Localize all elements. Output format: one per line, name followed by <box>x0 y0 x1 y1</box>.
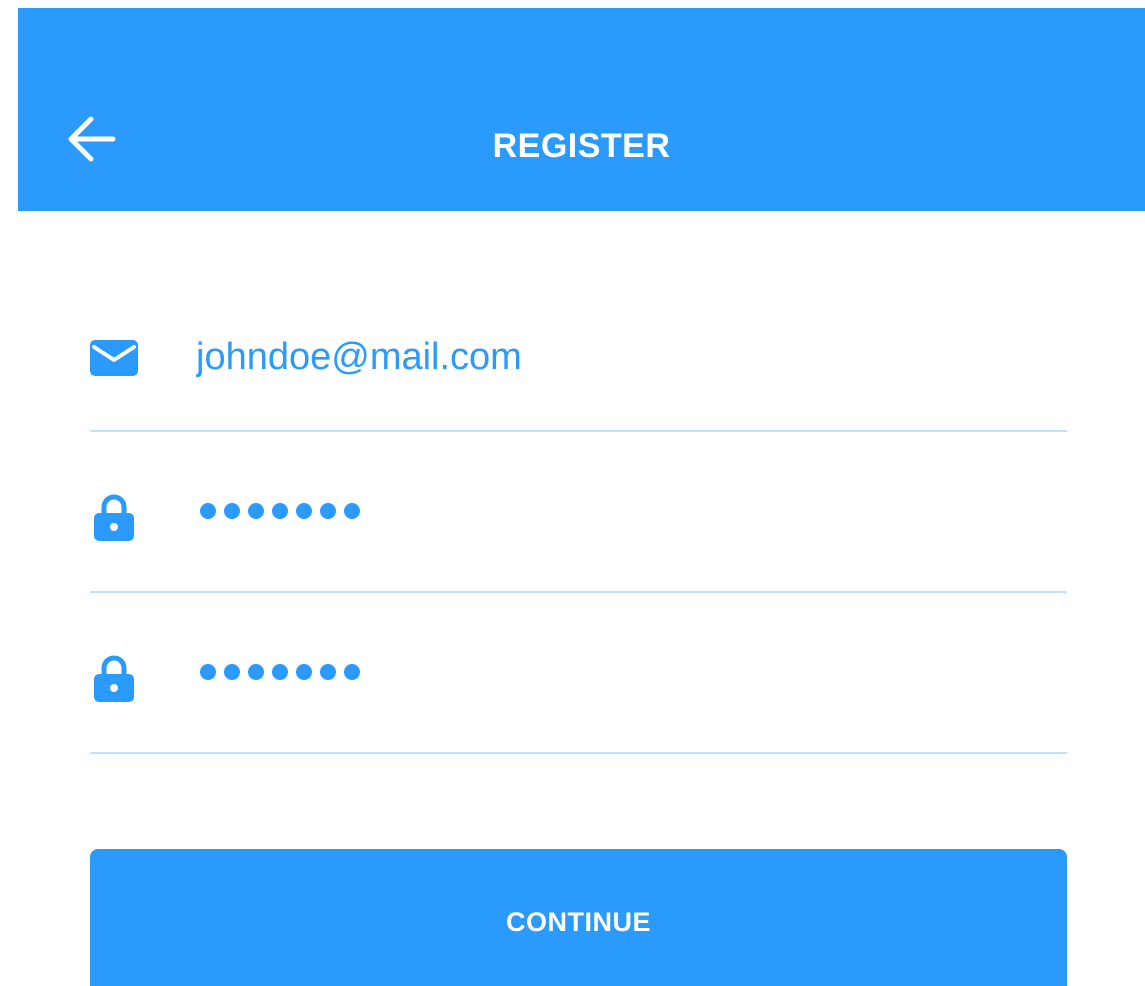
email-underline <box>90 430 1067 432</box>
envelope-icon <box>90 340 138 376</box>
password-underline <box>90 591 1067 593</box>
email-input[interactable] <box>196 332 1046 382</box>
register-screen: REGISTER johndoe@mail.com CONTINUE <box>0 0 1145 986</box>
mask-dot <box>344 503 360 519</box>
mask-dot <box>200 503 216 519</box>
mask-dot <box>320 664 336 680</box>
password-field-row <box>90 433 1067 593</box>
mask-dot <box>296 664 312 680</box>
continue-label: CONTINUE <box>506 907 651 937</box>
continue-button[interactable]: CONTINUE <box>90 849 1067 986</box>
mask-dot <box>248 664 264 680</box>
confirm-password-underline <box>90 752 1067 754</box>
password-input[interactable] <box>200 503 360 519</box>
confirm-password-field-row <box>90 594 1067 754</box>
mask-dot <box>224 503 240 519</box>
mask-dot <box>320 503 336 519</box>
confirm-password-input[interactable] <box>200 664 360 680</box>
email-field-row <box>90 272 1067 432</box>
mask-dot <box>224 664 240 680</box>
mask-dot <box>296 503 312 519</box>
mask-dot <box>272 503 288 519</box>
mask-dot <box>272 664 288 680</box>
lock-icon <box>90 654 138 702</box>
mask-dot <box>200 664 216 680</box>
page-title: REGISTER <box>492 127 671 165</box>
mask-dot <box>344 664 360 680</box>
app-bar: REGISTER <box>18 8 1145 211</box>
mask-dot <box>248 503 264 519</box>
lock-icon <box>90 493 138 541</box>
